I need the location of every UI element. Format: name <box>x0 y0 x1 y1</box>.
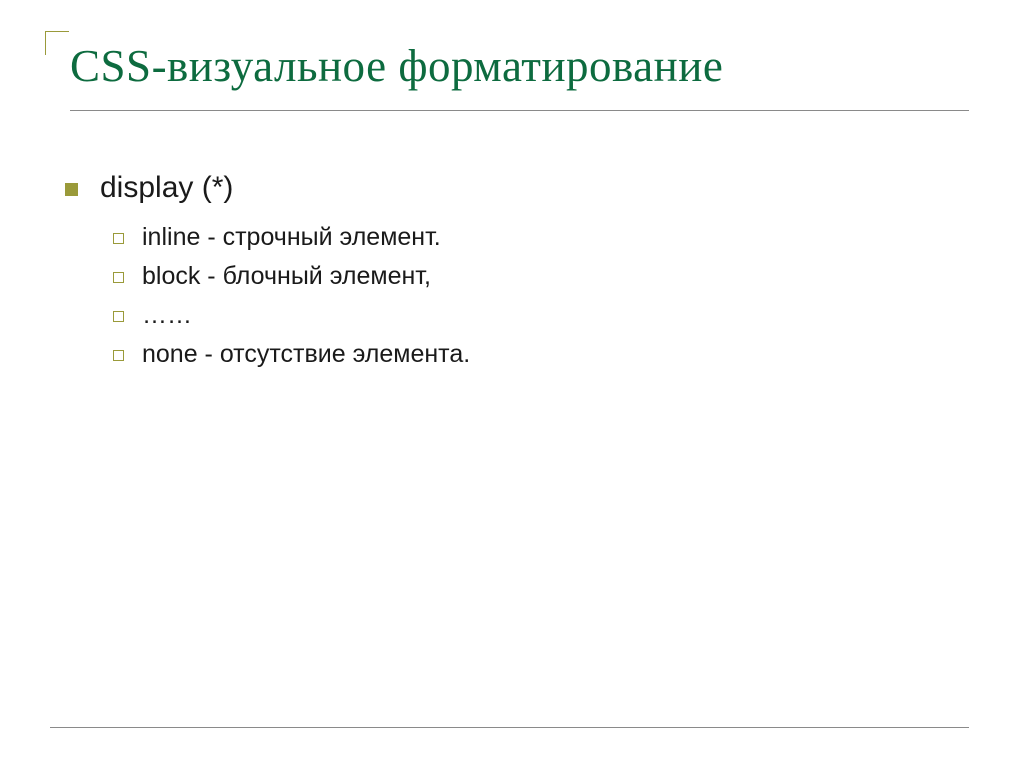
level1-text: display (*) <box>100 171 233 205</box>
square-bullet-filled-icon <box>65 183 78 196</box>
square-bullet-outline-icon <box>113 272 124 283</box>
level2-text: …… <box>142 301 192 330</box>
list-item-level2: inline - строчный элемент. <box>113 223 974 252</box>
slide-title: CSS-визуальное форматирование <box>70 40 974 92</box>
level2-list: inline - строчный элемент. block - блочн… <box>65 223 974 369</box>
level2-text: block - блочный элемент, <box>142 262 431 291</box>
list-item-level2: …… <box>113 301 974 330</box>
square-bullet-outline-icon <box>113 350 124 361</box>
bottom-divider <box>50 727 969 728</box>
list-item-level2: none - отсутствие элемента. <box>113 340 974 369</box>
level2-text: inline - строчный элемент. <box>142 223 441 252</box>
square-bullet-outline-icon <box>113 311 124 322</box>
list-item-level2: block - блочный элемент, <box>113 262 974 291</box>
title-area: CSS-визуальное форматирование <box>50 30 974 92</box>
corner-decoration <box>45 31 69 55</box>
level2-text: none - отсутствие элемента. <box>142 340 470 369</box>
content-area: display (*) inline - строчный элемент. b… <box>50 111 974 369</box>
slide: CSS-визуальное форматирование display (*… <box>0 0 1024 768</box>
list-item-level1: display (*) <box>65 171 974 205</box>
square-bullet-outline-icon <box>113 233 124 244</box>
